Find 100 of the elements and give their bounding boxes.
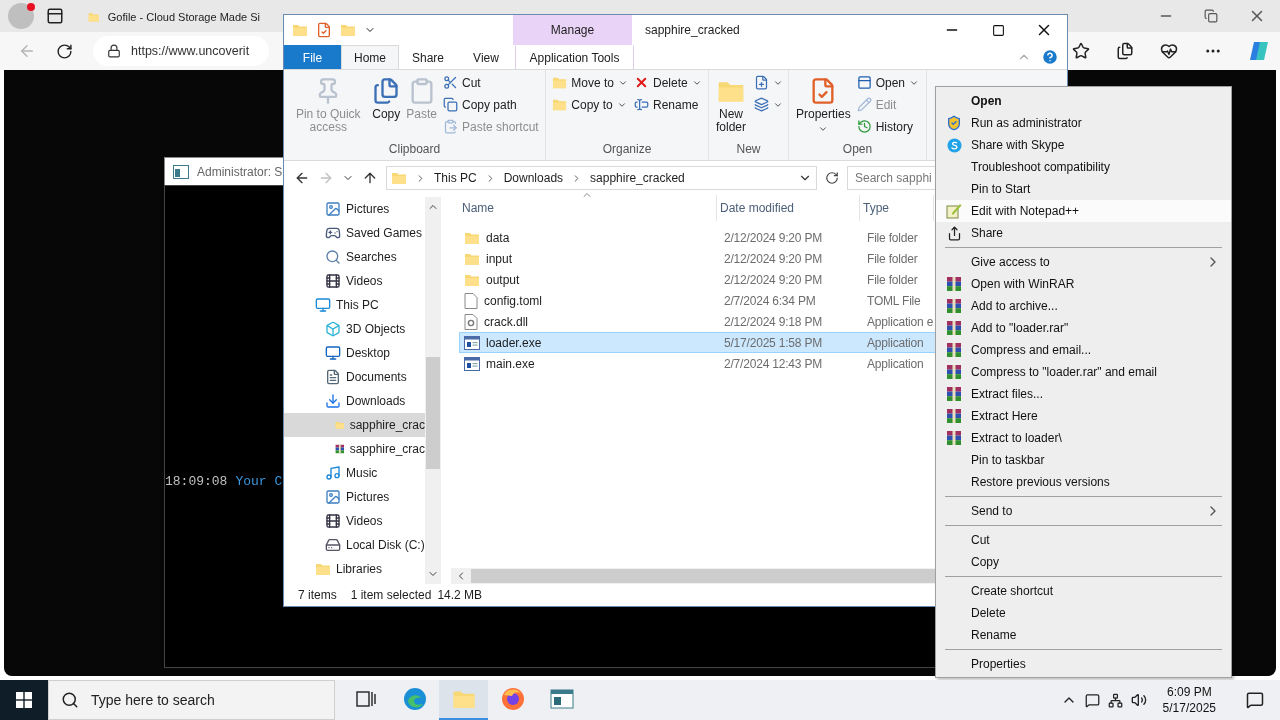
address-bar[interactable]: https://www.uncoverit (93, 36, 269, 66)
menu-item[interactable]: Restore previous versions (936, 471, 1231, 493)
nav-tree-item[interactable]: 3D Objects (284, 317, 425, 341)
ribbon-button[interactable]: Delete (633, 73, 703, 92)
nav-tree-item[interactable]: Pictures (284, 197, 425, 221)
ribbon-tab[interactable]: Home (341, 45, 399, 69)
clock[interactable]: 6:09 PM 5/17/2025 (1154, 684, 1224, 716)
pages-icon (754, 97, 769, 112)
refresh-icon[interactable] (56, 42, 73, 60)
ribbon-button[interactable]: Copy to (551, 95, 629, 114)
archive-icon (946, 430, 962, 446)
ribbon-button[interactable]: Properties (794, 73, 852, 134)
ribbon-tab[interactable]: File (284, 45, 341, 69)
ribbon-button[interactable]: Copy path (442, 95, 540, 114)
menu-item[interactable]: Pin to taskbar (936, 449, 1231, 471)
table-cell-text: 5/17/2025 1:58 PM (723, 335, 823, 350)
download-icon (325, 393, 341, 409)
address-bar[interactable]: This PC Downloads sapphire_cracked (386, 166, 817, 190)
context-tab-group: Manage (513, 15, 632, 45)
nav-tree-item[interactable]: Videos (284, 509, 425, 533)
nav-tree-item[interactable]: Desktop (284, 341, 425, 365)
help-icon[interactable] (1041, 48, 1059, 66)
file-name: input (486, 251, 513, 266)
ribbon-button[interactable]: Copy (371, 73, 402, 121)
restore-icon[interactable] (1204, 9, 1218, 23)
menu-item[interactable]: Send to (936, 500, 1231, 522)
image-icon (325, 201, 341, 217)
film-icon (325, 273, 341, 289)
menu-item[interactable]: Delete (936, 602, 1231, 624)
windows-logo-icon[interactable] (16, 692, 32, 708)
ribbon-button[interactable]: Open (855, 73, 921, 92)
menu-item[interactable]: Edit with Notepad++ (936, 200, 1231, 222)
search-field[interactable]: Type here to search (48, 680, 335, 720)
menu-item[interactable]: Create shortcut (936, 580, 1231, 602)
nav-tree-item[interactable]: Pictures (284, 485, 425, 509)
up-icon[interactable] (362, 170, 378, 186)
profile-avatar[interactable] (8, 3, 34, 29)
menu-item[interactable]: Run as administrator (936, 112, 1231, 134)
breadcrumb-item[interactable]: This PC (434, 171, 477, 185)
status-text: 1 item selected (350, 588, 432, 602)
heart-pulse-icon[interactable] (1160, 42, 1178, 60)
menu-item[interactable]: Troubleshoot compatibility (936, 156, 1231, 178)
nav-tree-item[interactable]: sapphire_crac (284, 413, 425, 437)
message-icon[interactable] (1084, 692, 1100, 708)
menu-item[interactable]: Open (936, 90, 1231, 112)
menu-item[interactable]: Copy (936, 551, 1231, 573)
copilot-icon[interactable] (1248, 40, 1270, 62)
nav-tree-item[interactable]: Documents (284, 365, 425, 389)
menu-item[interactable]: Add to archive... (936, 295, 1231, 317)
column-header[interactable]: Date modified (717, 195, 860, 221)
column-header[interactable]: Type (860, 195, 934, 221)
menu-item[interactable]: Open with WinRAR (936, 273, 1231, 295)
menu-item[interactable]: Give access to (936, 251, 1231, 273)
column-header[interactable]: Name (459, 195, 717, 221)
check-document-icon[interactable] (316, 22, 332, 38)
volume-icon[interactable] (1130, 692, 1147, 708)
ribbon-button[interactable]: History (855, 117, 921, 136)
nav-tree-item[interactable]: Saved Games (284, 221, 425, 245)
ribbon-tab[interactable]: Application Tools (515, 45, 634, 69)
collections-icon[interactable] (1116, 42, 1134, 60)
ribbon-button[interactable]: Cut (442, 73, 540, 92)
menu-item[interactable]: Cut (936, 529, 1231, 551)
menu-item[interactable]: Rename (936, 624, 1231, 646)
maximize-icon[interactable] (991, 23, 1005, 37)
menu-item[interactable]: Compress to "loader.rar" and email (936, 361, 1231, 383)
breadcrumb-item[interactable]: sapphire_cracked (590, 171, 685, 185)
menu-item[interactable]: Share (936, 222, 1231, 244)
network-icon[interactable] (1107, 692, 1123, 708)
ribbon-button[interactable] (753, 95, 784, 114)
back-icon[interactable] (294, 170, 310, 186)
notepad-icon (946, 203, 962, 219)
refresh-icon[interactable] (825, 171, 839, 185)
nav-tree-item[interactable]: Searches (284, 245, 425, 269)
menu-item[interactable]: Share with Skype (936, 134, 1231, 156)
nav-tree-item[interactable]: Videos (284, 269, 425, 293)
nav-tree-item[interactable]: This PC (284, 293, 425, 317)
menu-item[interactable]: Extract to loader\ (936, 427, 1231, 449)
ribbon-button[interactable]: Rename (633, 95, 703, 114)
notification-icon[interactable] (1246, 691, 1264, 709)
nav-tree-item[interactable]: Downloads (284, 389, 425, 413)
ribbon-button[interactable]: Move to (551, 73, 629, 92)
tab-actions-icon[interactable] (46, 7, 64, 25)
ribbon-button[interactable]: New folder (713, 73, 749, 134)
favorites-icon[interactable] (1072, 42, 1090, 60)
nav-tree-item[interactable]: sapphire_crac (284, 437, 425, 461)
ribbon-button[interactable] (753, 73, 784, 92)
nav-tree-item[interactable]: Local Disk (C:) (284, 533, 425, 557)
menu-item[interactable]: Pin to Start (936, 178, 1231, 200)
scissors-icon (443, 75, 458, 90)
menu-item[interactable]: Extract files... (936, 383, 1231, 405)
nav-tree-item[interactable]: Libraries (284, 557, 425, 581)
start-button[interactable] (0, 680, 48, 720)
nav-tree-item[interactable]: Music (284, 461, 425, 485)
pencil-icon (856, 97, 872, 112)
menu-item[interactable]: Properties (936, 653, 1231, 675)
taskbar-app[interactable] (439, 680, 488, 720)
breadcrumb-item[interactable]: Downloads (503, 171, 564, 185)
menu-item[interactable]: Extract Here (936, 405, 1231, 427)
browser-tab[interactable]: Gofile - Cloud Storage Made Si (78, 2, 264, 32)
library-folder-icon (315, 561, 331, 577)
